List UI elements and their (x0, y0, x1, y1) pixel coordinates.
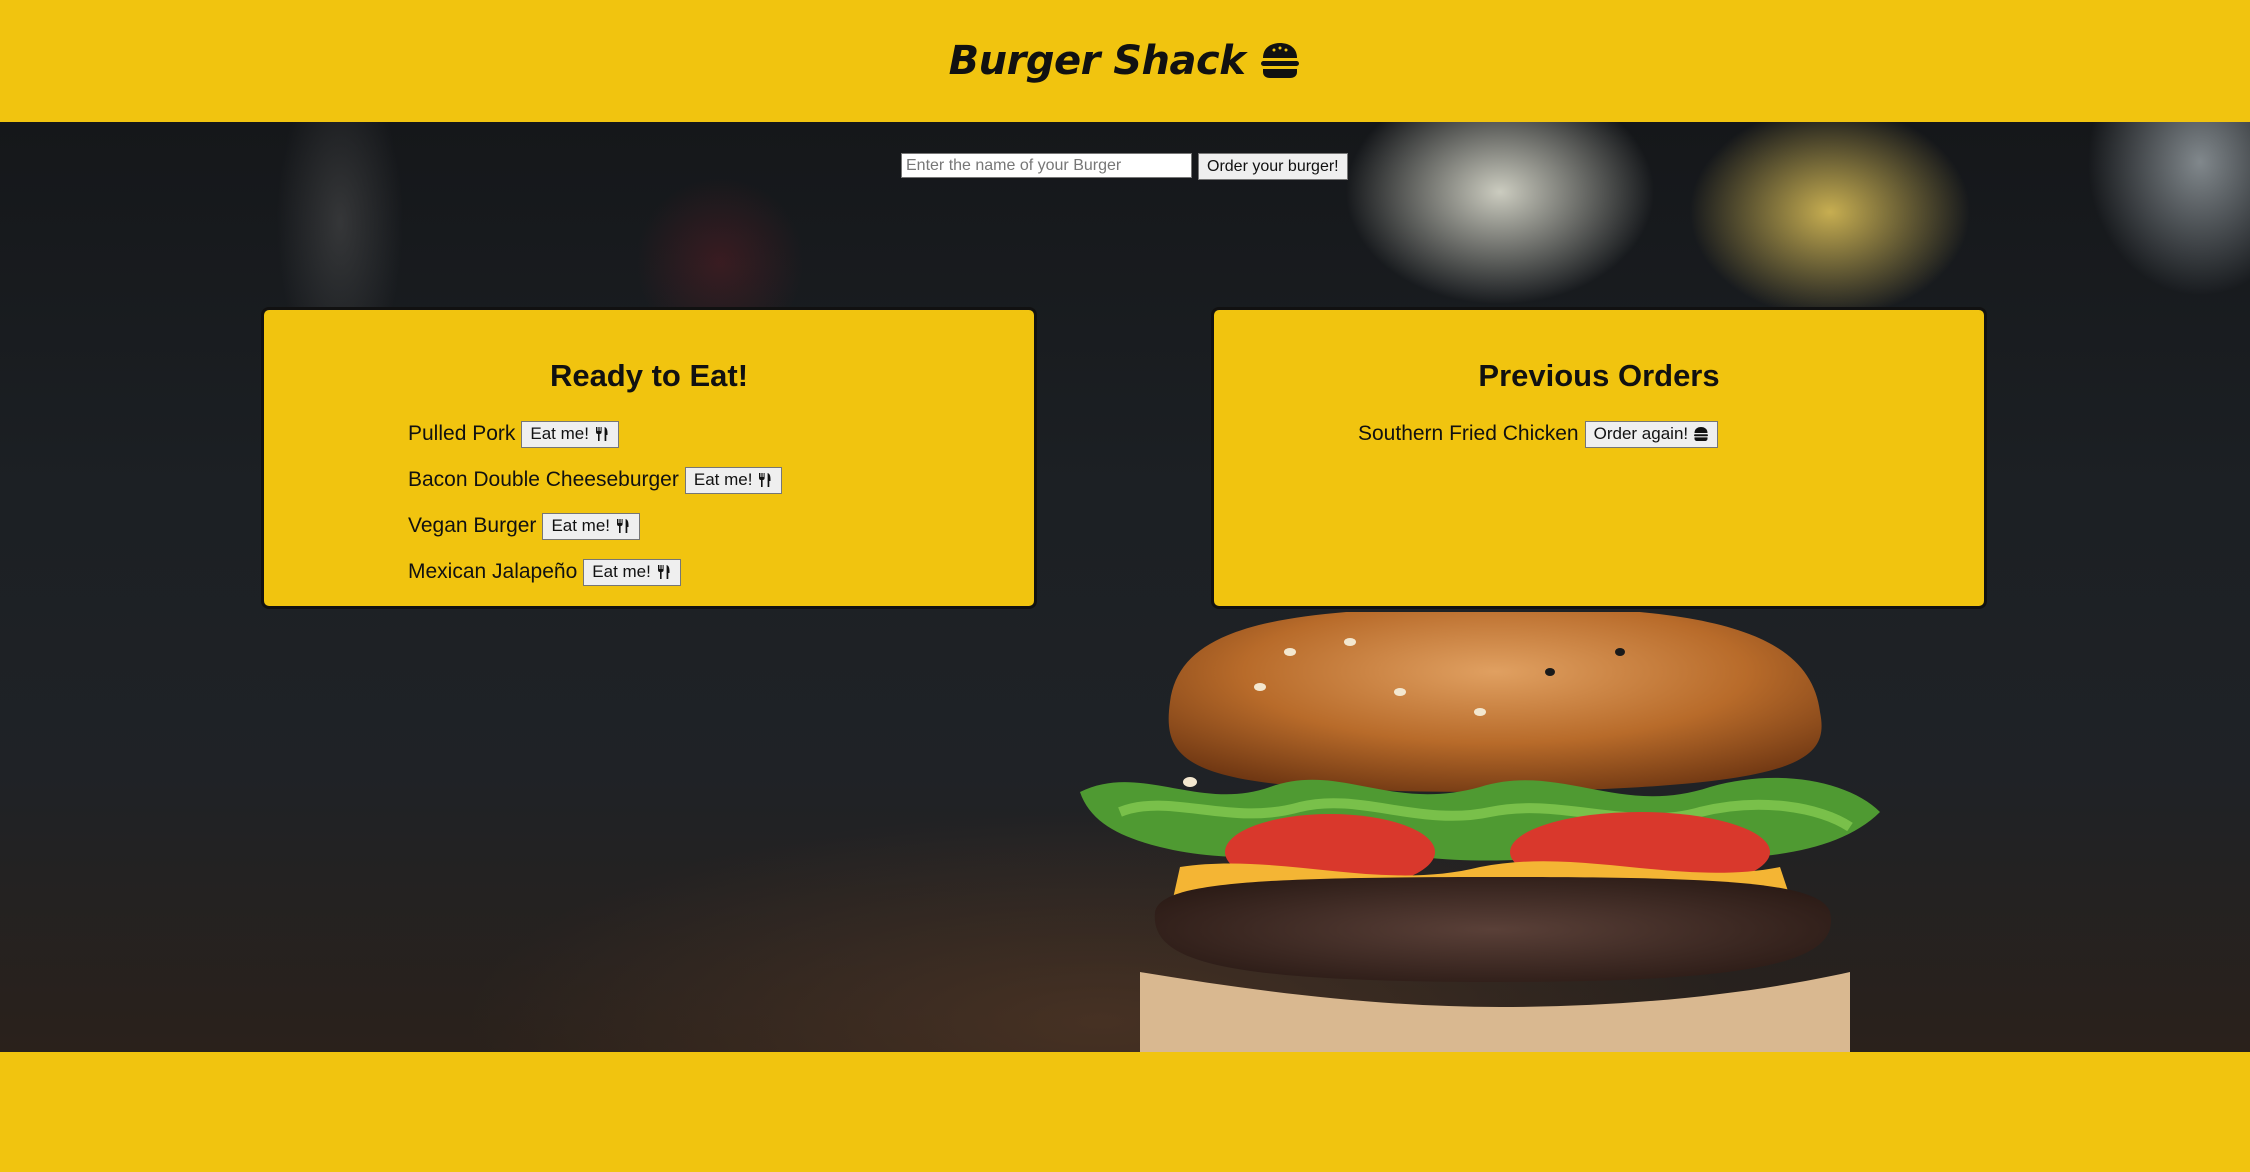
order-again-button[interactable]: Order again! (1584, 420, 1719, 448)
ready-list: Pulled Pork Eat me! Bacon Double Cheeseb… (408, 419, 783, 603)
previous-list: Southern Fried Chicken Order again! (1358, 419, 1719, 465)
button-label: Order again! (1593, 424, 1689, 443)
list-item: Pulled Pork Eat me! (408, 419, 782, 449)
burger-icon (1694, 427, 1709, 441)
burger-name: Mexican Jalapeño (408, 560, 578, 583)
previous-orders-panel: Previous Orders Southern Fried Chicken O… (1211, 307, 1987, 609)
utensils-icon (595, 427, 608, 441)
title-text: Burger Shack (948, 38, 1246, 84)
button-label: Eat me! (530, 424, 589, 443)
page-title: Burger Shack (949, 38, 1302, 84)
order-form: Order your burger! (901, 153, 1348, 180)
eat-me-button[interactable]: Eat me! (583, 558, 681, 586)
utensils-icon (617, 519, 629, 533)
button-label: Eat me! (551, 516, 611, 535)
burger-name: Bacon Double Cheeseburger (408, 468, 679, 491)
eat-me-button[interactable]: Eat me! (542, 512, 641, 540)
burger-name: Pulled Pork (408, 422, 516, 445)
site-footer (0, 1052, 2250, 1172)
burger-icon (1261, 43, 1300, 78)
utensils-icon (657, 565, 670, 579)
burger-name: Vegan Burger (408, 514, 537, 537)
eat-me-button[interactable]: Eat me! (684, 466, 783, 494)
ready-to-eat-panel: Ready to Eat! Pulled Pork Eat me! Bacon … (261, 307, 1037, 609)
list-item: Bacon Double Cheeseburger Eat me! (408, 465, 783, 495)
site-header: Burger Shack (0, 0, 2250, 122)
list-item: Vegan Burger Eat me! (408, 511, 782, 541)
button-label: Eat me! (693, 470, 753, 489)
utensils-icon (759, 473, 771, 487)
page: Burger Shack Enter the name of your Burg… (0, 0, 2250, 1172)
burger-name: Southern Fried Chicken (1358, 422, 1579, 445)
burger-photo (1080, 612, 1880, 1052)
order-burger-button[interactable]: Order your burger! (1198, 153, 1348, 180)
burger-name-input[interactable] (901, 153, 1192, 178)
list-item: Southern Fried Chicken Order again! (1358, 419, 1719, 449)
previous-heading: Previous Orders (1478, 358, 1720, 393)
button-label: Eat me! (592, 562, 651, 581)
eat-me-button[interactable]: Eat me! (521, 420, 619, 448)
ready-heading: Ready to Eat! (549, 358, 749, 393)
list-item: Mexican Jalapeño Eat me! (408, 557, 782, 587)
